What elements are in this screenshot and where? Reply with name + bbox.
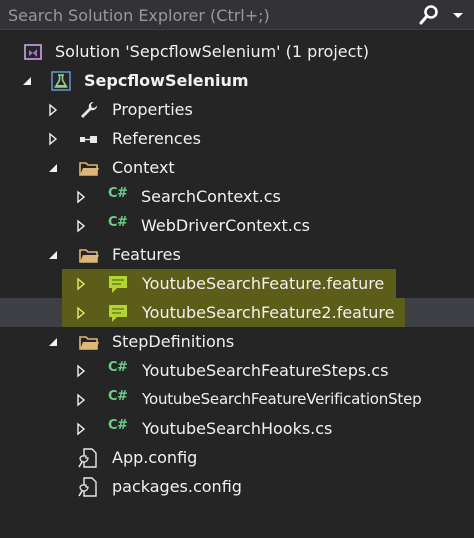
csharp-file-icon: C# bbox=[108, 186, 128, 201]
tree-item-properties[interactable]: Properties bbox=[0, 95, 474, 124]
wrench-icon bbox=[78, 99, 100, 121]
csharp-file-icon: C# bbox=[108, 389, 128, 404]
project-flask-icon bbox=[50, 70, 72, 92]
folder-open-icon bbox=[78, 244, 100, 266]
feature-file-icon bbox=[107, 273, 129, 295]
tree-item-hooks[interactable]: C# YoutubeSearchHooks.cs bbox=[0, 414, 474, 443]
context-folder-label: Context bbox=[112, 158, 175, 177]
expanded-arrow-icon[interactable] bbox=[46, 160, 60, 174]
collapsed-arrow-icon[interactable] bbox=[74, 305, 88, 320]
search-input[interactable] bbox=[8, 4, 403, 26]
folder-open-icon bbox=[78, 331, 100, 353]
tree-item-stepdefinitions-folder[interactable]: StepDefinitions bbox=[0, 327, 474, 356]
tree-item-webdrivercontext[interactable]: C# WebDriverContext.cs bbox=[0, 211, 474, 240]
search-options-dropdown-icon[interactable] bbox=[448, 3, 468, 27]
tree-item-steps1[interactable]: C# YoutubeSearchFeatureSteps.cs bbox=[0, 356, 474, 385]
solution-label: Solution 'SepcflowSelenium' (1 project) bbox=[55, 42, 369, 61]
feature2-label: YoutubeSearchFeature2.feature bbox=[142, 303, 395, 322]
collapsed-arrow-icon[interactable] bbox=[46, 131, 60, 146]
project-label: SepcflowSelenium bbox=[84, 71, 249, 90]
steps1-label: YoutubeSearchFeatureSteps.cs bbox=[142, 361, 389, 380]
expanded-arrow-icon[interactable] bbox=[20, 73, 34, 87]
solution-icon bbox=[22, 41, 44, 63]
packages-config-label: packages.config bbox=[112, 477, 242, 496]
tree-item-references[interactable]: References bbox=[0, 124, 474, 153]
folder-open-icon bbox=[78, 157, 100, 179]
collapsed-arrow-icon[interactable] bbox=[74, 421, 88, 436]
collapsed-arrow-icon[interactable] bbox=[46, 102, 60, 117]
references-label: References bbox=[112, 129, 201, 148]
collapsed-arrow-icon[interactable] bbox=[74, 276, 88, 291]
tree-item-context-folder[interactable]: Context bbox=[0, 153, 474, 182]
features-folder-label: Features bbox=[112, 245, 181, 264]
collapsed-arrow-icon[interactable] bbox=[74, 189, 88, 204]
csharp-file-icon: C# bbox=[108, 215, 128, 230]
csharp-file-icon: C# bbox=[108, 360, 128, 375]
tree-item-features-folder[interactable]: Features bbox=[0, 240, 474, 269]
tree-item-steps2[interactable]: C# YoutubeSearchFeatureVerificationStep bbox=[0, 385, 474, 414]
hooks-label: YoutubeSearchHooks.cs bbox=[142, 419, 333, 438]
config-file-icon bbox=[78, 447, 100, 469]
collapsed-arrow-icon[interactable] bbox=[74, 363, 88, 378]
config-file-icon bbox=[78, 476, 100, 498]
tree-item-solution[interactable]: Solution 'SepcflowSelenium' (1 project) bbox=[0, 37, 474, 66]
properties-label: Properties bbox=[112, 100, 193, 119]
references-icon bbox=[78, 128, 100, 150]
collapsed-arrow-icon[interactable] bbox=[74, 392, 88, 407]
expanded-arrow-icon[interactable] bbox=[46, 247, 60, 261]
search-bar bbox=[0, 0, 474, 30]
app-config-label: App.config bbox=[112, 448, 198, 467]
searchcontext-label: SearchContext.cs bbox=[141, 187, 281, 206]
stepdefinitions-folder-label: StepDefinitions bbox=[112, 332, 235, 351]
feature1-label: YoutubeSearchFeature.feature bbox=[142, 274, 385, 293]
tree-item-app-config[interactable]: App.config bbox=[0, 443, 474, 472]
tree-item-feature2[interactable]: YoutubeSearchFeature2.feature bbox=[0, 298, 474, 327]
tree-item-feature1[interactable]: YoutubeSearchFeature.feature bbox=[0, 269, 474, 298]
webdrivercontext-label: WebDriverContext.cs bbox=[141, 216, 311, 235]
csharp-file-icon: C# bbox=[108, 418, 128, 433]
tree-item-project[interactable]: SepcflowSelenium bbox=[0, 66, 474, 95]
tree-item-packages-config[interactable]: packages.config bbox=[0, 472, 474, 501]
tree-item-searchcontext[interactable]: C# SearchContext.cs bbox=[0, 182, 474, 211]
search-icon[interactable] bbox=[416, 3, 442, 27]
feature-file-icon bbox=[107, 302, 129, 324]
steps2-label: YoutubeSearchFeatureVerificationStep bbox=[142, 390, 422, 408]
collapsed-arrow-icon[interactable] bbox=[74, 218, 88, 233]
expanded-arrow-icon[interactable] bbox=[46, 334, 60, 348]
